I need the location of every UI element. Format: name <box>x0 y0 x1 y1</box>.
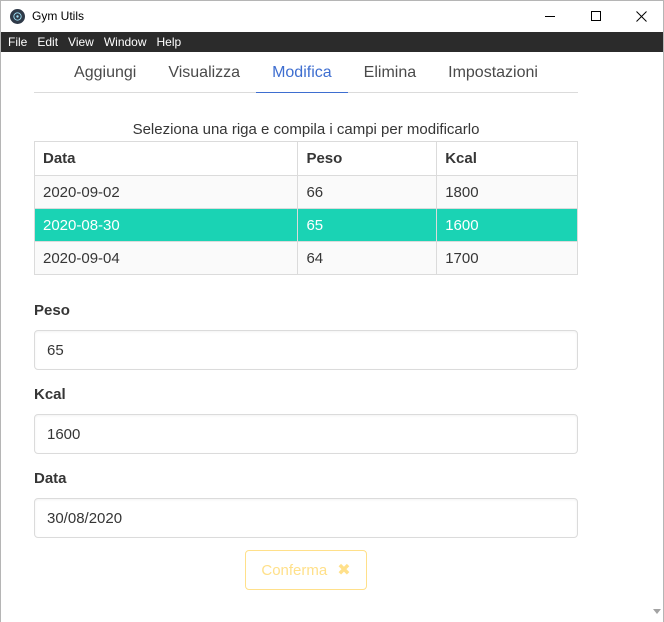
window-title: Gym Utils <box>32 9 84 23</box>
cell-data: 2020-09-02 <box>33 175 299 209</box>
title-bar: Gym Utils <box>1 1 663 32</box>
maximize-button[interactable] <box>573 1 619 32</box>
table-row[interactable]: 2020-09-04 64 1700 <box>33 241 578 275</box>
menu-help[interactable]: Help <box>157 32 182 52</box>
main-content: Aggiungi Visualizza Modifica Elimina Imp… <box>1 52 663 622</box>
kcal-label: Kcal <box>34 386 66 403</box>
data-label: Data <box>34 470 67 487</box>
x-icon: ✖ <box>337 562 351 579</box>
cell-peso: 65 <box>297 208 438 242</box>
menu-window[interactable]: Window <box>104 32 147 52</box>
tab-bar: Aggiungi Visualizza Modifica Elimina Imp… <box>34 52 578 93</box>
tab-impostazioni[interactable]: Impostazioni <box>432 52 554 93</box>
confirm-label: Conferma <box>261 561 328 579</box>
table-header-row: Data Peso Kcal <box>33 141 578 176</box>
table-row-selected[interactable]: 2020-08-30 65 1600 <box>33 208 578 242</box>
data-input[interactable] <box>34 498 578 538</box>
header-peso[interactable]: Peso <box>297 141 438 176</box>
cell-kcal: 1700 <box>436 241 578 275</box>
cell-kcal: 1800 <box>436 175 578 209</box>
tab-modifica[interactable]: Modifica <box>256 52 348 93</box>
table-row[interactable]: 2020-09-02 66 1800 <box>33 175 578 209</box>
menu-bar: File Edit View Window Help <box>1 32 663 52</box>
confirm-button[interactable]: Conferma ✖ <box>245 550 367 590</box>
cell-peso: 64 <box>297 241 438 275</box>
header-kcal[interactable]: Kcal <box>436 141 578 176</box>
cell-data: 2020-09-04 <box>33 241 299 275</box>
header-data[interactable]: Data <box>33 141 299 176</box>
app-logo-icon <box>10 9 25 24</box>
cell-kcal: 1600 <box>436 208 578 242</box>
instruction-text: Seleziona una riga e compila i campi per… <box>132 121 480 138</box>
kcal-input[interactable] <box>34 414 578 454</box>
app-window: Gym Utils File Edit View Window Help Agg… <box>0 0 664 622</box>
peso-input[interactable] <box>34 330 578 370</box>
tab-aggiungi[interactable]: Aggiungi <box>58 52 152 93</box>
tab-visualizza[interactable]: Visualizza <box>152 52 256 93</box>
close-icon <box>635 11 647 22</box>
menu-edit[interactable]: Edit <box>37 32 58 52</box>
maximize-icon <box>590 11 601 21</box>
cell-data: 2020-08-30 <box>33 208 299 242</box>
scroll-down-arrow-icon[interactable] <box>653 607 661 615</box>
cell-peso: 66 <box>297 175 438 209</box>
peso-label: Peso <box>34 302 70 319</box>
records-table: Data Peso Kcal 2020-09-02 66 1800 2020-0… <box>33 141 578 275</box>
minimize-icon <box>544 16 555 17</box>
tab-elimina[interactable]: Elimina <box>348 52 432 93</box>
menu-file[interactable]: File <box>8 32 27 52</box>
close-button[interactable] <box>618 1 664 32</box>
menu-view[interactable]: View <box>68 32 94 52</box>
minimize-button[interactable] <box>527 1 573 32</box>
